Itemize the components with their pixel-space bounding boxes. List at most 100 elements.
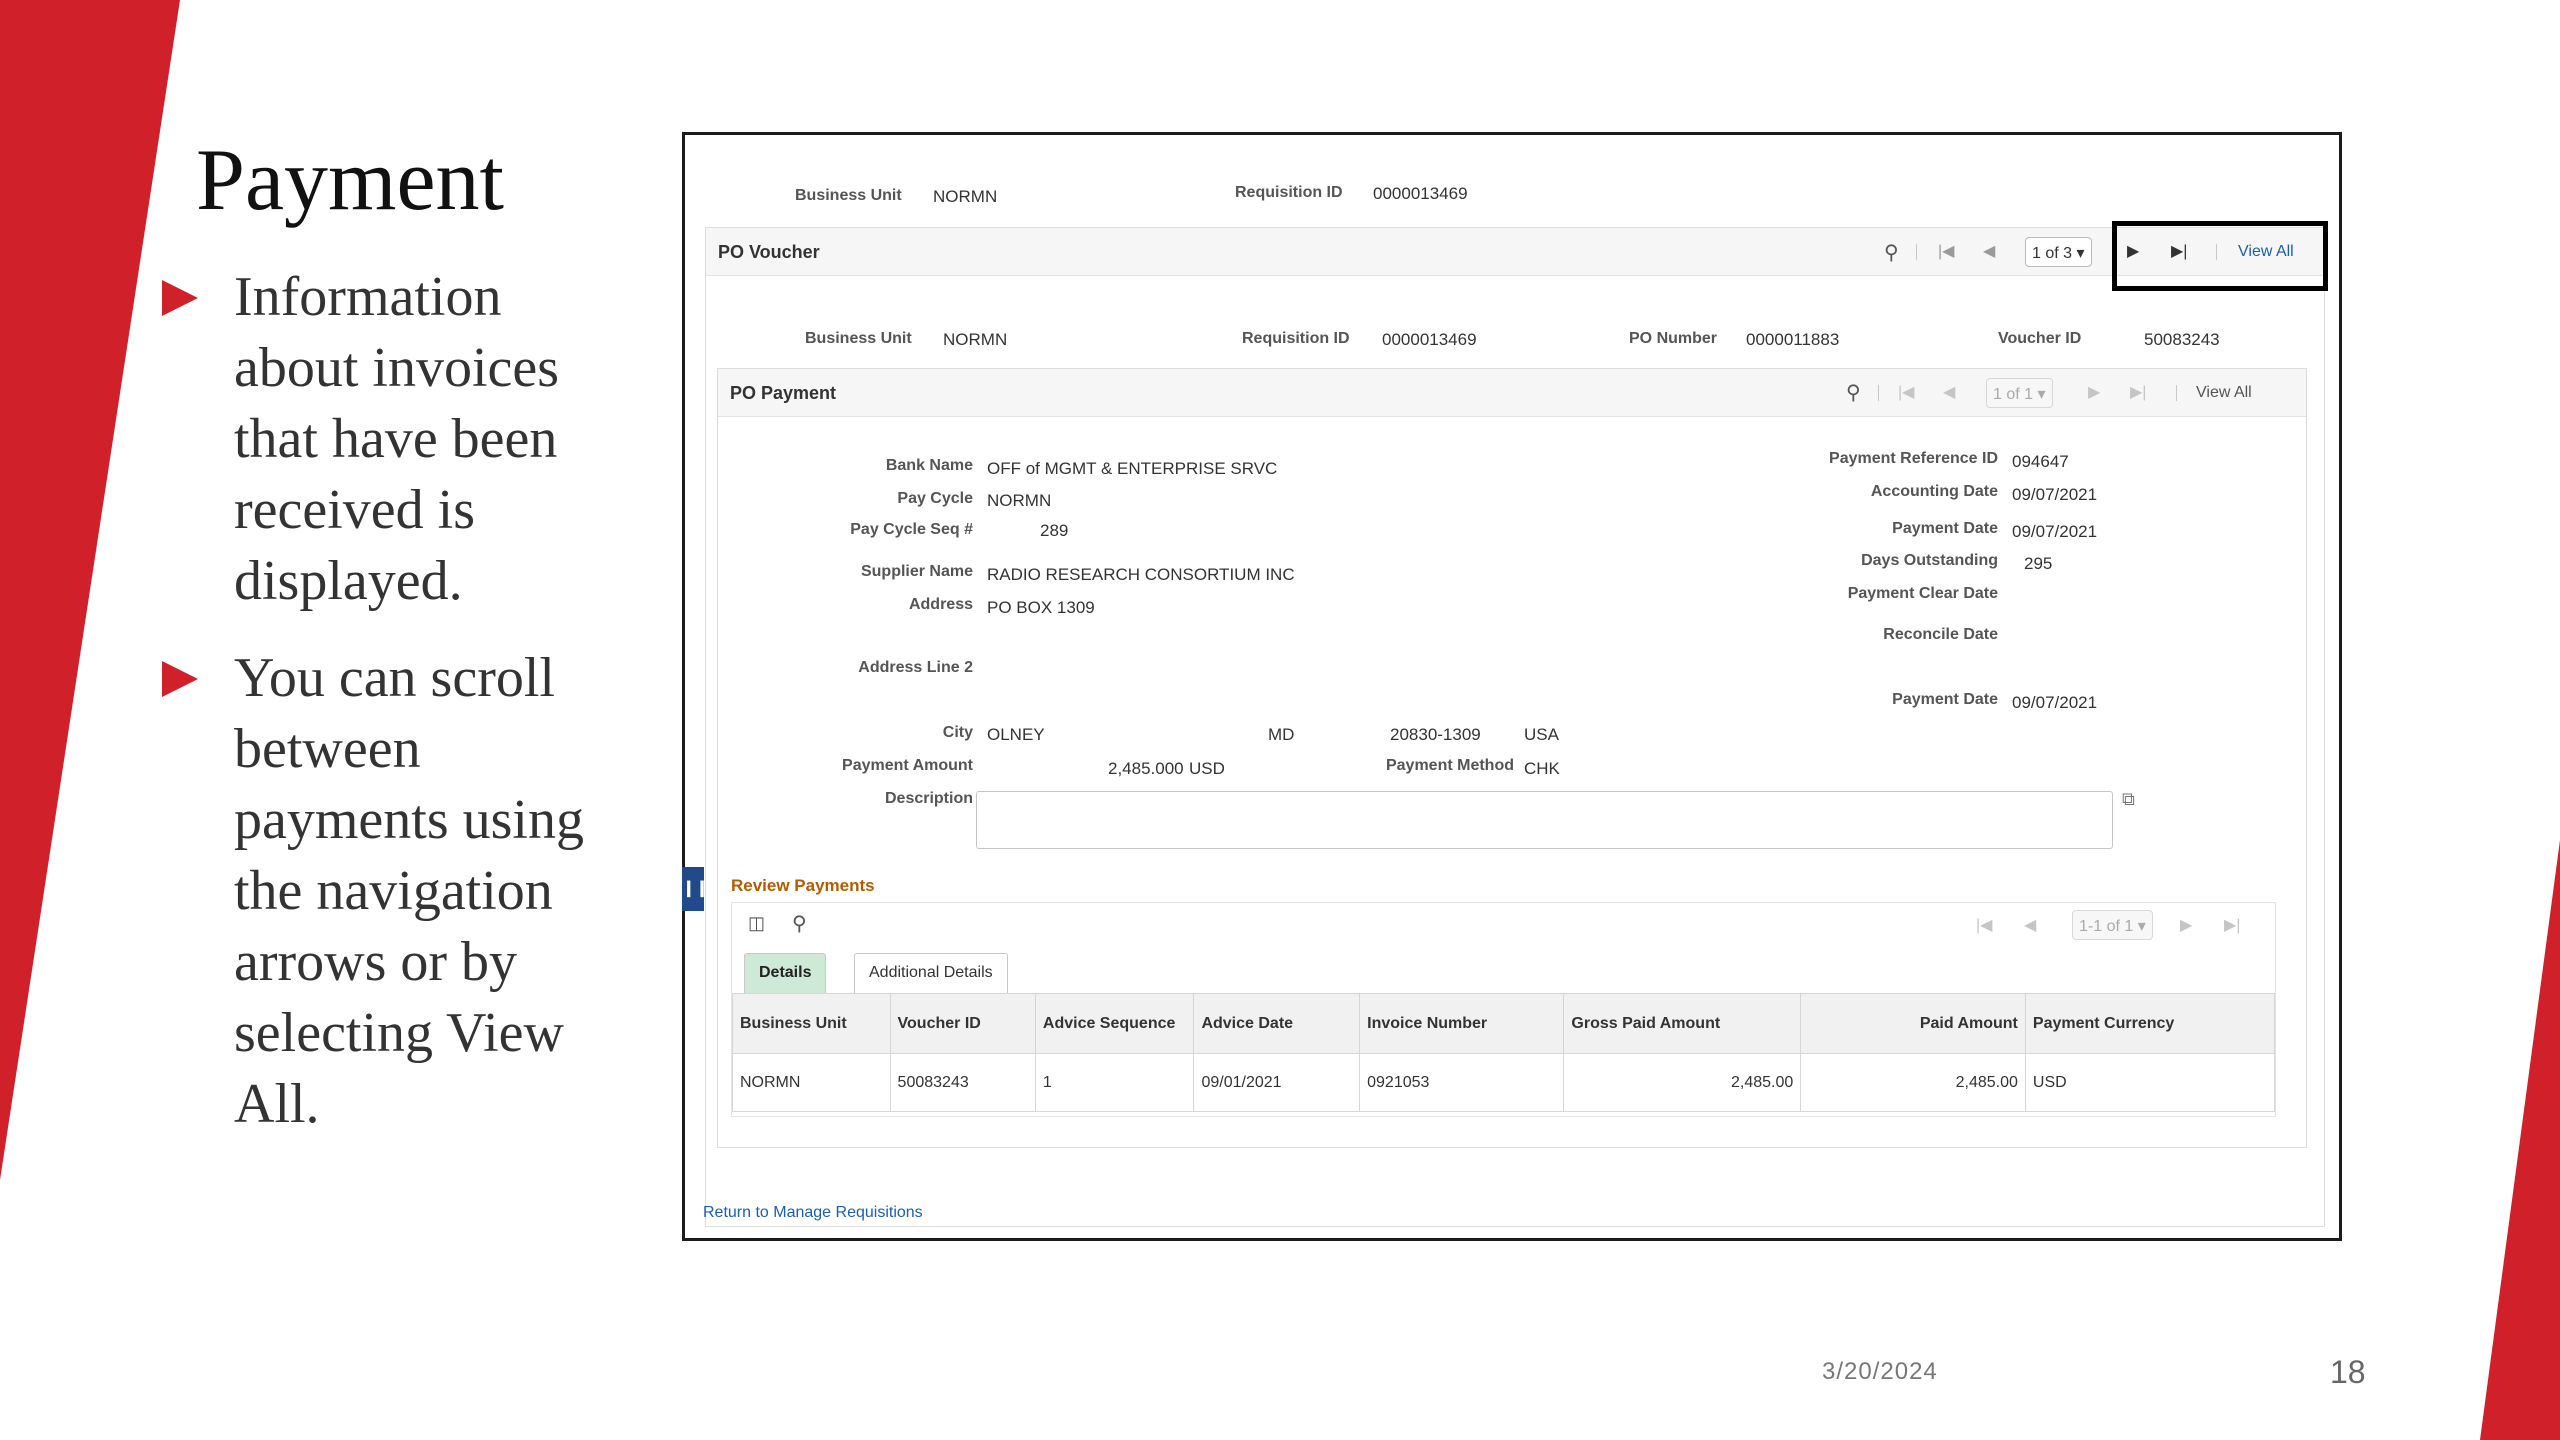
header-requisition-id-label: Requisition ID: [1235, 184, 1343, 201]
divider: [1916, 244, 1917, 260]
pay-cycle-value: NORMN: [987, 491, 1052, 510]
prev-page-icon[interactable]: ◀: [1943, 382, 1955, 402]
slide-title: Payment: [196, 132, 504, 229]
accounting-date-label: Accounting Date: [1870, 483, 1998, 500]
col-business-unit: Business Unit: [732, 993, 891, 1054]
table-header-row: Business Unit Voucher ID Advice Sequence…: [732, 993, 2276, 1054]
supplier-name-value: RADIO RESEARCH CONSORTIUM INC: [987, 565, 1295, 584]
tab-details[interactable]: Details: [744, 953, 827, 993]
review-pager-select[interactable]: 1-1 of 1 ▾: [2072, 910, 2153, 940]
voucher-id-value: 50083243: [2144, 330, 2220, 349]
po-voucher-title: PO Voucher: [718, 242, 820, 262]
payment-amount-value: 2,485.000: [1108, 759, 1184, 778]
col-advice-date: Advice Date: [1193, 993, 1361, 1054]
col-invoice-number: Invoice Number: [1359, 993, 1565, 1054]
grid-personalize-icon[interactable]: ◫: [748, 913, 765, 934]
return-to-manage-requisitions-link[interactable]: Return to Manage Requisitions: [703, 1204, 923, 1222]
po-payment-header: PO Payment ⚲ |◀ ◀ 1 of 1 ▾ ▶ ▶| View All: [718, 369, 2306, 417]
bullet-text: Information about invoices that have bee…: [234, 266, 560, 612]
payment-method-label: Payment Method: [1385, 757, 1514, 774]
po-payment-panel: PO Payment ⚲ |◀ ◀ 1 of 1 ▾ ▶ ▶| View All…: [717, 368, 2307, 1148]
slide-number: 18: [2330, 1354, 2366, 1390]
payment-reference-label: Payment Reference ID: [1829, 450, 1998, 467]
payment-pager-text: 1 of 1: [1993, 386, 2034, 403]
search-icon[interactable]: ⚲: [792, 911, 807, 936]
voucher-pager-select[interactable]: 1 of 3 ▾: [2025, 237, 2092, 267]
search-icon[interactable]: ⚲: [1884, 240, 1899, 265]
country-value: USA: [1524, 725, 1559, 744]
reconcile-date-label: Reconcile Date: [1883, 626, 1998, 643]
review-payments-title: Review Payments: [731, 876, 875, 895]
voucher-id-label: Voucher ID: [1998, 330, 2082, 347]
review-payments-table: Business Unit Voucher ID Advice Sequence…: [732, 993, 2276, 1112]
col-voucher-id: Voucher ID: [889, 993, 1036, 1054]
divider: [1878, 385, 1879, 401]
voucher-requisition-id-value: 0000013469: [1382, 330, 1477, 349]
payment-currency-value: USD: [1189, 759, 1225, 778]
bullet-item: You can scroll between payments using th…: [162, 643, 622, 1140]
cell-invoice-number: 0921053: [1359, 1053, 1565, 1112]
bank-name-label: Bank Name: [885, 457, 973, 474]
city-value: OLNEY: [987, 725, 1045, 744]
po-number-value: 0000011883: [1746, 330, 1840, 349]
voucher-requisition-id-label: Requisition ID: [1242, 330, 1350, 347]
pay-cycle-seq-label: Pay Cycle Seq #: [850, 521, 973, 538]
payment-method-value: CHK: [1524, 759, 1560, 778]
payment-date-label: Payment Date: [1892, 520, 1998, 537]
last-page-icon[interactable]: ▶|: [2224, 915, 2240, 935]
bullet-item: Information about invoices that have bee…: [162, 262, 622, 617]
po-voucher-header: PO Voucher ⚲ |◀ ◀ 1 of 3 ▾ ▶ ▶| View All: [706, 228, 2324, 276]
description-label: Description: [884, 790, 973, 807]
cell-paid-amount: 2,485.00: [1800, 1053, 2026, 1112]
description-textarea[interactable]: [976, 791, 2113, 849]
prev-page-icon[interactable]: ◀: [1983, 241, 1995, 261]
search-icon[interactable]: ⚲: [1846, 380, 1861, 405]
table-row: NORMN 50083243 1 09/01/2021 0921053 2,48…: [732, 1053, 2276, 1112]
payment-reference-value: 094647: [2012, 452, 2069, 471]
col-advice-sequence: Advice Sequence: [1034, 993, 1195, 1054]
pay-cycle-seq-value: 289: [1040, 521, 1069, 540]
col-payment-currency: Payment Currency: [2024, 993, 2276, 1054]
cell-gross-paid-amount: 2,485.00: [1563, 1053, 1802, 1112]
pagelet-toggle-tab[interactable]: ❙❙: [682, 867, 709, 911]
view-all-link[interactable]: View All: [2196, 384, 2252, 402]
bullet-arrow-icon: [162, 280, 198, 316]
address-value: PO BOX 1309: [987, 598, 1095, 617]
red-slash-right: [2480, 840, 2560, 1440]
first-page-icon[interactable]: |◀: [1976, 915, 1992, 935]
city-label: City: [942, 724, 973, 741]
state-value: MD: [1268, 725, 1295, 744]
payment-date-value: 09/07/2021: [2012, 522, 2098, 541]
days-outstanding-label: Days Outstanding: [1861, 552, 1998, 569]
first-page-icon[interactable]: |◀: [1938, 241, 1954, 261]
payment-pager-select[interactable]: 1 of 1 ▾: [1986, 378, 2053, 408]
voucher-business-unit-label: Business Unit: [805, 330, 912, 347]
header-requisition-id-value: 0000013469: [1373, 184, 1468, 203]
navigation-highlight-box: [2112, 221, 2328, 291]
postal-value: 20830-1309: [1390, 725, 1481, 744]
tab-additional-details[interactable]: Additional Details: [854, 953, 1008, 993]
prev-page-icon[interactable]: ◀: [2024, 915, 2036, 935]
bank-name-value: OFF of MGMT & ENTERPRISE SRVC: [987, 459, 1278, 478]
col-paid-amount: Paid Amount: [1800, 993, 2026, 1054]
voucher-business-unit-value: NORMN: [943, 330, 1008, 349]
payment-amount-label: Payment Amount: [842, 757, 973, 774]
po-payment-title: PO Payment: [730, 383, 837, 403]
payment-clear-date-label: Payment Clear Date: [1847, 585, 1998, 602]
po-number-label: PO Number: [1629, 330, 1718, 347]
next-page-icon[interactable]: ▶: [2088, 382, 2100, 402]
col-gross-paid-amount: Gross Paid Amount: [1563, 993, 1802, 1054]
next-page-icon[interactable]: ▶: [2180, 915, 2192, 935]
header-business-unit-label: Business Unit: [795, 187, 902, 204]
last-page-icon[interactable]: ▶|: [2130, 382, 2146, 402]
expand-icon[interactable]: ⧉: [2122, 789, 2135, 810]
first-page-icon[interactable]: |◀: [1898, 382, 1914, 402]
address-label: Address: [908, 596, 973, 613]
bullet-text: You can scroll between payments using th…: [234, 647, 584, 1135]
bullet-list: Information about invoices that have bee…: [162, 262, 622, 1166]
cell-advice-date: 09/01/2021: [1193, 1053, 1361, 1112]
payment-date-2-value: 09/07/2021: [2012, 693, 2098, 712]
divider: [2176, 385, 2177, 401]
header-business-unit-value: NORMN: [933, 187, 998, 206]
slide-date: 3/20/2024: [1822, 1358, 1938, 1385]
